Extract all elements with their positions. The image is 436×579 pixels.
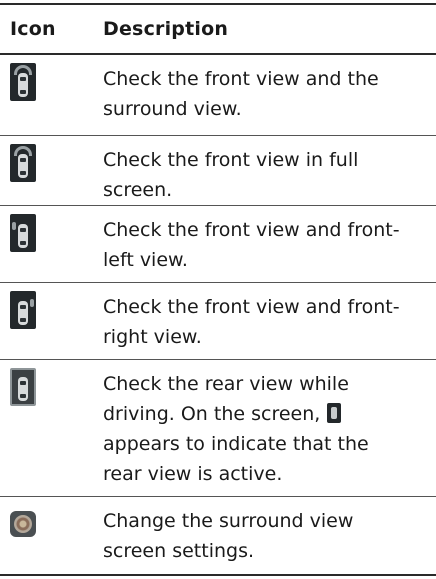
icon-description-table: Icon Description Check the front view an… <box>0 0 436 579</box>
front-full-view-icon <box>10 144 36 182</box>
row-description: Change the surround view screen settings… <box>103 510 354 562</box>
table-row: Check the rear view while driving. On th… <box>0 360 436 497</box>
table-row: Check the front view in full screen. <box>0 136 436 206</box>
front-surround-view-icon <box>10 63 36 101</box>
table-header: Icon Description <box>0 5 436 55</box>
settings-gear-icon <box>10 505 36 543</box>
row-description: Check the front view and front-left view… <box>103 219 400 271</box>
header-description: Description <box>103 18 229 40</box>
inline-rear-view-icon <box>327 403 342 423</box>
row-description: Check the front view and front-right vie… <box>103 296 400 348</box>
table-row: Check the front view and front-right vie… <box>0 283 436 360</box>
table-row: Check the front view and front-left view… <box>0 206 436 283</box>
rear-text-before: Check the rear view while driving. On th… <box>103 373 349 425</box>
front-right-view-icon <box>10 291 36 329</box>
row-description: Check the front view in full screen. <box>103 149 359 201</box>
rear-text-after: appears to indicate that the rear view i… <box>103 433 369 485</box>
row-description: Check the rear view while driving. On th… <box>103 369 403 489</box>
table-row: Change the surround view screen settings… <box>0 497 436 576</box>
rear-view-icon <box>10 368 36 406</box>
front-left-view-icon <box>10 214 36 252</box>
table-row: Check the front view and the surround vi… <box>0 55 436 136</box>
row-description: Check the front view and the surround vi… <box>103 68 379 120</box>
header-icon: Icon <box>10 18 56 40</box>
